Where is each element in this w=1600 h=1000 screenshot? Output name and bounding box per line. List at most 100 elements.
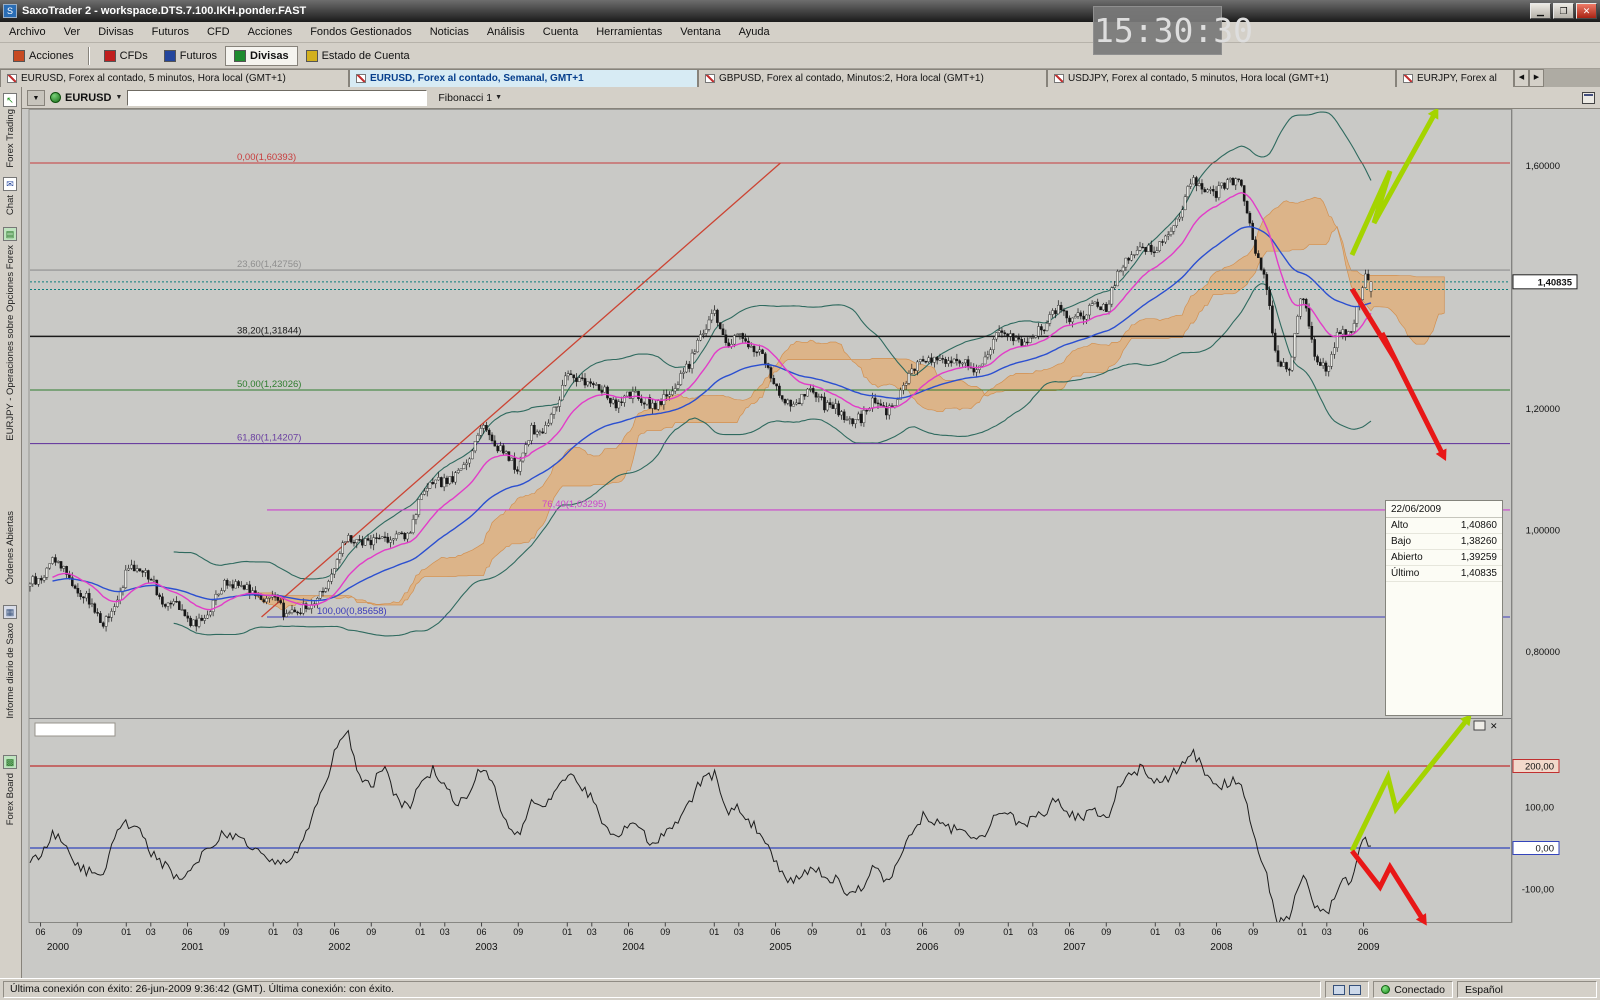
- acciones-icon: [13, 50, 25, 62]
- month-tick-label: 06: [771, 927, 781, 937]
- month-tick-label: 03: [146, 927, 156, 937]
- month-tick-label: 09: [72, 927, 82, 937]
- sidebar-item-forex-trading[interactable]: Forex Trading: [5, 109, 16, 168]
- workspace: ↖ Forex Trading ✉ Chat ▤ EURJPY - Operac…: [0, 87, 1600, 978]
- fib-label: 76,40(1,03295): [542, 499, 606, 510]
- osc-label-box: [35, 723, 115, 736]
- chart-canvas[interactable]: 0,00(1,60393)23,60(1,42756)38,20(1,31844…: [22, 109, 1600, 978]
- toolbar-separator: [88, 47, 90, 65]
- symbol-search-input[interactable]: [127, 90, 427, 106]
- month-tick-label: 09: [1248, 927, 1258, 937]
- month-tick-label: 01: [709, 927, 719, 937]
- menu-ver[interactable]: Ver: [55, 23, 90, 41]
- candle-tooltip: 22/06/2009 Alto1,40860 Bajo1,38260 Abier…: [1385, 500, 1503, 716]
- forex-board-icon[interactable]: ▩: [3, 755, 17, 769]
- menu-ventana[interactable]: Ventana: [671, 23, 729, 41]
- month-tick-label: 06: [1212, 927, 1222, 937]
- menu-cfd[interactable]: CFD: [198, 23, 239, 41]
- month-tick-label: 09: [219, 927, 229, 937]
- module-tab-divisas[interactable]: Divisas: [225, 46, 298, 66]
- month-tick-label: 01: [856, 927, 866, 937]
- menu-analisis[interactable]: Análisis: [478, 23, 534, 41]
- terminal-icon: [1333, 985, 1345, 995]
- chart-tab-eurusd-5min[interactable]: EURUSD, Forex al contado, 5 minutos, Hor…: [0, 69, 349, 87]
- module-tab-acciones[interactable]: Acciones: [5, 47, 82, 65]
- osc-close-icon[interactable]: ✕: [1490, 721, 1498, 731]
- month-tick-label: 01: [1297, 927, 1307, 937]
- month-tick-label: 03: [1175, 927, 1185, 937]
- menu-futuros[interactable]: Futuros: [143, 23, 198, 41]
- chevron-down-icon: ▼: [115, 94, 122, 101]
- month-tick-label: 03: [881, 927, 891, 937]
- maximize-button[interactable]: ❐: [1553, 3, 1574, 19]
- price-axis-label: 1,00000: [1526, 525, 1560, 536]
- month-tick-label: 06: [183, 927, 193, 937]
- pane-maximize-icon[interactable]: [1582, 92, 1595, 104]
- chart-menu-button[interactable]: ▼: [27, 90, 45, 106]
- current-price-label: 1,40835: [1538, 277, 1573, 288]
- sidebar-item-forex-board[interactable]: Forex Board: [5, 773, 16, 825]
- menu-herramientas[interactable]: Herramientas: [587, 23, 671, 41]
- chart-tab-usdjpy[interactable]: USDJPY, Forex al contado, 5 minutos, Hor…: [1047, 69, 1396, 87]
- chart-tab-eurusd-semanal[interactable]: EURUSD, Forex al contado, Semanal, GMT+1: [349, 69, 698, 87]
- month-tick-label: 01: [121, 927, 131, 937]
- menu-noticias[interactable]: Noticias: [421, 23, 478, 41]
- tab-scroll-right-icon[interactable]: ▶: [1529, 69, 1544, 87]
- menu-archivo[interactable]: Archivo: [0, 23, 55, 41]
- symbol-selector[interactable]: EURUSD ▼: [50, 92, 122, 104]
- module-tab-futuros[interactable]: Futuros: [156, 47, 225, 65]
- month-tick-label: 06: [624, 927, 634, 937]
- connected-led-icon: [1381, 985, 1390, 994]
- month-tick-label: 06: [330, 927, 340, 937]
- minimize-button[interactable]: ▁: [1530, 3, 1551, 19]
- year-tick-label: 2001: [181, 942, 204, 953]
- month-tick-label: 01: [268, 927, 278, 937]
- tab-scroll-left-icon[interactable]: ◀: [1514, 69, 1529, 87]
- collapse-arrow-icon[interactable]: ↖: [3, 93, 17, 107]
- sidebar-item-informe-diario[interactable]: Informe diario de Saxo: [5, 623, 16, 719]
- year-tick-label: 2000: [47, 942, 70, 953]
- month-tick-label: 01: [562, 927, 572, 937]
- menu-ayuda[interactable]: Ayuda: [730, 23, 779, 41]
- month-tick-label: 09: [1101, 927, 1111, 937]
- close-button[interactable]: ✕: [1576, 3, 1597, 19]
- chat-icon[interactable]: ✉: [3, 177, 17, 191]
- chart-tab-icon: [7, 74, 17, 83]
- price-axis-label: 1,20000: [1526, 404, 1560, 415]
- cfds-icon: [104, 50, 116, 62]
- menu-divisas[interactable]: Divisas: [89, 23, 142, 41]
- left-sidebar: ↖ Forex Trading ✉ Chat ▤ EURJPY - Operac…: [0, 87, 22, 978]
- fib-label: 23,60(1,42756): [237, 259, 301, 270]
- study-selector[interactable]: Fibonacci 1 ▼: [438, 92, 502, 104]
- month-tick-label: 09: [954, 927, 964, 937]
- fib-label: 50,00(1,23026): [237, 379, 301, 390]
- menu-fondos[interactable]: Fondos Gestionados: [301, 23, 421, 41]
- chart-tab-gbpusd[interactable]: GBPUSD, Forex al contado, Minutos:2, Hor…: [698, 69, 1047, 87]
- report-icon[interactable]: ▦: [3, 605, 17, 619]
- module-tab-cfds[interactable]: CFDs: [96, 47, 156, 65]
- app-icon: S: [3, 4, 17, 18]
- sidebar-item-chat[interactable]: Chat: [5, 195, 16, 215]
- fx-options-icon[interactable]: ▤: [3, 227, 17, 241]
- price-axis-label: 1,60000: [1526, 161, 1560, 172]
- language-selector[interactable]: Español: [1457, 981, 1597, 998]
- status-message: Última conexión con éxito: 26-jun-2009 9…: [3, 981, 1321, 998]
- menu-acciones[interactable]: Acciones: [239, 23, 302, 41]
- sidebar-item-eurjpy-opciones[interactable]: EURJPY - Operaciones sobre Opciones Fore…: [5, 245, 16, 441]
- year-tick-label: 2005: [769, 942, 792, 953]
- fib-label: 100,00(0,85658): [317, 606, 387, 617]
- year-tick-label: 2003: [475, 942, 498, 953]
- year-tick-label: 2006: [916, 942, 939, 953]
- month-tick-label: 09: [807, 927, 817, 937]
- fib-label: 38,20(1,31844): [237, 325, 301, 336]
- osc-maximize-icon[interactable]: [1474, 721, 1485, 730]
- clock-overlay: 15:30:30: [1093, 6, 1222, 55]
- menu-bar: Archivo Ver Divisas Futuros CFD Acciones…: [0, 22, 1600, 43]
- fib-label: 61,80(1,14207): [237, 433, 301, 444]
- symbol-label: EURUSD: [65, 92, 111, 104]
- menu-cuenta[interactable]: Cuenta: [534, 23, 587, 41]
- module-tab-estado-de-cuenta[interactable]: Estado de Cuenta: [298, 47, 418, 65]
- sidebar-item-ordenes-abiertas[interactable]: Órdenes Abiertas: [5, 511, 16, 584]
- month-tick-label: 03: [293, 927, 303, 937]
- chart-tab-eurjpy[interactable]: EURJPY, Forex al: [1396, 69, 1514, 87]
